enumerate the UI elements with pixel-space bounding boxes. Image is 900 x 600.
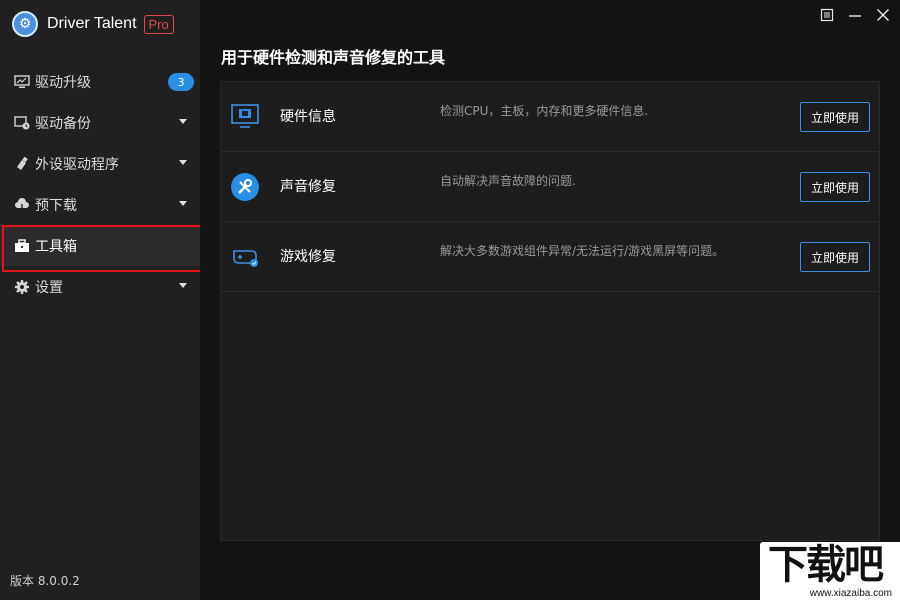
sound-repair-icon	[230, 172, 260, 202]
gear-icon	[13, 279, 31, 295]
tool-row-hardware-info: 硬件信息 检测CPU，主板，内存和更多硬件信息. 立即使用	[221, 82, 879, 152]
menu-icon[interactable]	[818, 6, 836, 24]
tool-name: 游戏修复	[280, 249, 336, 265]
sidebar-item-label: 驱动备份	[35, 115, 91, 132]
toolbox-icon	[13, 238, 31, 254]
minimize-icon[interactable]	[846, 6, 864, 24]
sidebar-item-label: 设置	[35, 279, 63, 296]
tool-description: 解决大多数游戏组件异常/无法运行/游戏黑屏等问题。	[440, 244, 725, 258]
tool-name: 硬件信息	[280, 109, 336, 125]
tool-row-sound-repair: 声音修复 自动解决声音故障的问题. 立即使用	[221, 152, 879, 222]
main-content: 用于硬件检测和声音修复的工具 硬件信息 检测CPU，主板，内存和更多硬件信息. …	[200, 0, 900, 600]
sidebar-item-peripheral-drivers[interactable]: 外设驱动程序	[0, 143, 200, 184]
chevron-down-icon	[179, 119, 187, 124]
monitor-icon	[13, 74, 31, 90]
sidebar-item-label: 外设驱动程序	[35, 156, 119, 173]
sidebar-item-driver-backup[interactable]: 驱动备份	[0, 102, 200, 143]
sidebar: ⚙ Driver Talent Pro 驱动升级 3 驱动备份 外设驱动程序 预…	[0, 0, 202, 600]
tool-row-game-repair: 游戏修复 解决大多数游戏组件异常/无法运行/游戏黑屏等问题。 立即使用	[221, 222, 879, 292]
tools-panel: 硬件信息 检测CPU，主板，内存和更多硬件信息. 立即使用 声音修复 自动解决声…	[220, 81, 880, 541]
backup-icon	[13, 115, 31, 131]
app-window: ⚙ Driver Talent Pro 驱动升级 3 驱动备份 外设驱动程序 预…	[0, 0, 900, 600]
chevron-down-icon	[179, 283, 187, 288]
pro-badge: Pro	[143, 14, 174, 34]
hardware-info-icon	[230, 102, 260, 132]
sidebar-item-label: 驱动升级	[35, 74, 91, 91]
sidebar-nav: 驱动升级 3 驱动备份 外设驱动程序 预下载 工具箱 设置	[0, 61, 202, 307]
sidebar-item-pre-download[interactable]: 预下载	[0, 184, 200, 225]
sidebar-item-label: 预下载	[35, 197, 77, 214]
watermark-logo: 下载吧	[768, 541, 884, 588]
game-repair-icon	[230, 242, 260, 272]
sidebar-item-label: 工具箱	[35, 238, 77, 255]
watermark: 下载吧 www.xiazaiba.com	[760, 542, 900, 600]
cloud-download-icon	[13, 197, 31, 213]
use-now-button[interactable]: 立即使用	[800, 172, 870, 202]
driver-talent-logo-icon: ⚙	[12, 11, 38, 37]
sidebar-item-settings[interactable]: 设置	[0, 266, 200, 307]
use-now-button[interactable]: 立即使用	[800, 102, 870, 132]
close-icon[interactable]	[874, 6, 892, 24]
chevron-down-icon	[179, 160, 187, 165]
sidebar-item-toolbox[interactable]: 工具箱	[0, 225, 202, 272]
tool-description: 自动解决声音故障的问题.	[440, 174, 576, 188]
tool-name: 声音修复	[280, 179, 336, 195]
chevron-down-icon	[179, 201, 187, 206]
use-now-button[interactable]: 立即使用	[800, 242, 870, 272]
tool-description: 检测CPU，主板，内存和更多硬件信息.	[440, 104, 649, 118]
window-controls	[818, 6, 892, 24]
update-count-badge: 3	[168, 73, 194, 91]
brand: ⚙ Driver Talent Pro	[12, 10, 174, 38]
page-title: 用于硬件检测和声音修复的工具	[221, 48, 446, 67]
sidebar-item-driver-update[interactable]: 驱动升级 3	[0, 61, 200, 102]
usb-icon	[13, 156, 31, 172]
app-name: Driver Talent	[47, 15, 137, 32]
watermark-url: www.xiazaiba.com	[809, 588, 892, 599]
version-label: 版本 8.0.0.2	[10, 574, 80, 588]
